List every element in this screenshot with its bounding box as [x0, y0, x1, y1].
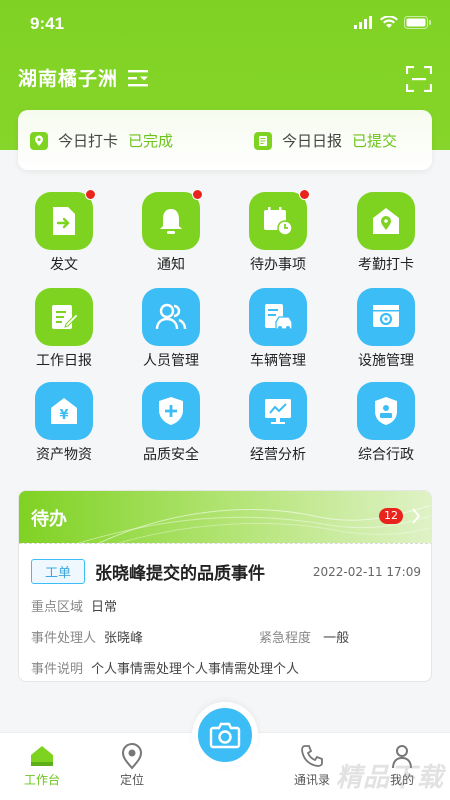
tab-label: 定位: [119, 773, 144, 787]
document-send-icon: [35, 189, 96, 250]
punch-status: 已完成: [128, 132, 174, 150]
todo-time: 2022-02-11 17:09: [312, 564, 421, 579]
grid-label: 资产物资: [36, 447, 92, 463]
grid-label: 品质安全: [143, 447, 199, 463]
handler-label: 事件处理人: [31, 631, 97, 646]
bell-icon: [142, 189, 203, 250]
todo-title: 待办: [31, 509, 67, 530]
grid-item-vehicle[interactable]: 车辆管理: [228, 288, 328, 378]
menu-switch-icon[interactable]: [128, 69, 150, 87]
grid-item-work-report[interactable]: 工作日报: [14, 288, 114, 378]
people-icon: [142, 288, 200, 346]
todo-type-tag: 工单: [31, 559, 86, 584]
daily-report-status[interactable]: 今日日报 已提交: [254, 130, 397, 151]
grid-item-quality[interactable]: 品质安全: [121, 382, 221, 472]
phone-icon: [282, 741, 342, 771]
title-row[interactable]: 湖南橘子洲: [18, 64, 150, 91]
grid-item-assets[interactable]: ¥ 资产物资: [14, 382, 114, 472]
location-house-icon: [357, 192, 415, 250]
grid-label: 工作日报: [36, 353, 92, 369]
daily-punch-status[interactable]: 今日打卡 已完成: [30, 130, 173, 151]
urgency-label: 紧急程度: [259, 631, 312, 646]
grid-item-staff[interactable]: 人员管理: [121, 288, 221, 378]
camera-button[interactable]: [192, 702, 258, 768]
checkin-card: 今日打卡 已完成 今日日报 已提交: [18, 110, 432, 170]
status-icons: [354, 16, 432, 29]
todo-subject: 张晓峰提交的品质事件: [95, 564, 266, 584]
location-icon: [30, 131, 48, 150]
tab-contacts[interactable]: 通讯录: [282, 741, 342, 788]
calendar-clock-icon: [249, 189, 310, 250]
grid-label: 待办事项: [250, 257, 306, 273]
handler-value: 张晓峰: [104, 631, 144, 646]
gear-window-icon: [357, 288, 415, 346]
todo-header[interactable]: 待办 12: [19, 491, 431, 543]
grid-label: 人员管理: [143, 353, 199, 369]
wifi-icon: [380, 16, 398, 28]
asset-house-icon: ¥: [35, 382, 93, 440]
todo-card: 待办 12 工单 张晓峰提交的品质事件 2022-02-11 17:09 重点区…: [18, 490, 432, 682]
car-icon: [249, 288, 307, 346]
status-time: 9:41: [30, 14, 65, 33]
grid-item-notice[interactable]: 通知: [121, 189, 221, 282]
grid-item-facility[interactable]: 设施管理: [336, 288, 436, 378]
watermark: 精品下载: [335, 763, 444, 793]
grid-label: 综合行政: [358, 447, 414, 463]
signal-icon: [354, 16, 372, 29]
desc-value: 个人事情需处理个人事情需处理个人: [91, 662, 300, 677]
grid-label: 发文: [50, 257, 78, 273]
punch-label: 今日打卡: [58, 132, 119, 150]
todo-desc-row: 事件说明 个人事情需处理个人事情需处理个人: [31, 658, 421, 677]
grid-label: 经营分析: [250, 447, 306, 463]
urgency-field: 紧急程度 一般: [259, 627, 349, 646]
grid-label: 考勤打卡: [358, 257, 414, 273]
grid-item-admin[interactable]: 综合行政: [336, 382, 436, 472]
grid-item-fawen[interactable]: 发文: [14, 189, 114, 282]
grid-item-analysis[interactable]: 经营分析: [228, 382, 328, 472]
battery-icon: [404, 16, 431, 29]
shield-plus-icon: [142, 382, 200, 440]
divider: [19, 543, 431, 544]
home-icon: [12, 741, 72, 771]
todo-area-row: 重点区域 日常: [31, 596, 421, 615]
area-label: 重点区域: [31, 600, 84, 615]
tab-label: 通讯录: [293, 773, 330, 787]
todo-count-badge: 12: [379, 508, 403, 524]
grid-label: 设施管理: [358, 353, 414, 369]
todo-handler-row: 事件处理人 张晓峰 紧急程度 一般: [31, 627, 421, 646]
chart-monitor-icon: [249, 382, 307, 440]
report-label: 今日日报: [282, 132, 343, 150]
desc-label: 事件说明: [31, 662, 84, 677]
org-title[interactable]: 湖南橘子洲: [18, 64, 118, 91]
tab-label: 工作台: [23, 773, 60, 787]
grid-item-todo[interactable]: 待办事项: [228, 189, 328, 282]
edit-report-icon: [35, 288, 93, 346]
chevron-right-icon[interactable]: [411, 507, 421, 525]
area-value: 日常: [91, 600, 118, 615]
grid-label: 车辆管理: [250, 353, 306, 369]
urgency-value: 一般: [323, 631, 350, 646]
badge-stamp-icon: [357, 382, 415, 440]
badge-dot: [192, 189, 203, 200]
status-bar: 9:41: [0, 0, 450, 50]
tab-workbench[interactable]: 工作台: [12, 741, 72, 788]
report-status: 已提交: [352, 132, 398, 150]
todo-item[interactable]: 工单 张晓峰提交的品质事件 2022-02-11 17:09 重点区域 日常 事…: [31, 559, 421, 677]
tab-location[interactable]: 定位: [102, 741, 162, 788]
badge-dot: [299, 189, 310, 200]
badge-dot: [85, 189, 96, 200]
grid-label: 通知: [157, 257, 185, 273]
camera-icon: [209, 722, 241, 749]
scan-icon[interactable]: [406, 66, 432, 92]
grid-item-attendance[interactable]: 考勤打卡: [336, 192, 436, 282]
wave-decoration: [78, 505, 431, 543]
report-icon: [254, 131, 272, 150]
location-pin-icon: [102, 741, 162, 771]
svg-text:¥: ¥: [59, 408, 68, 423]
